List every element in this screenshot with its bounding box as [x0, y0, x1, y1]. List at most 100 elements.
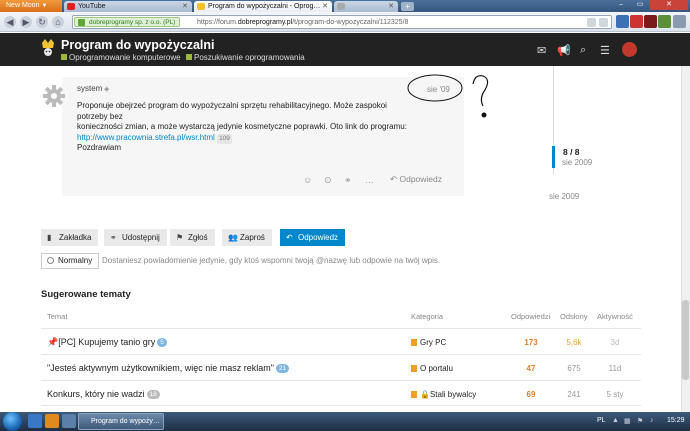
extension-icon[interactable] [630, 15, 643, 28]
breadcrumb-subcategory[interactable]: Poszukiwanie oprogramowania [186, 53, 305, 62]
browser-icon[interactable] [45, 414, 59, 428]
topic-category[interactable]: Gry PC [411, 338, 446, 347]
column-header-views[interactable]: Odsłony [560, 312, 588, 321]
topic-replies[interactable]: 47 [511, 364, 551, 373]
url-bar[interactable]: dobreprogramy sp. z o.o. (PL) https://fo… [72, 15, 612, 29]
topic-title[interactable]: Program do wypożyczalni [61, 38, 215, 52]
notification-level-button[interactable]: Normalny [41, 253, 100, 269]
back-icon[interactable]: ◀ [4, 16, 16, 28]
like-icon[interactable]: ☺ [303, 175, 312, 185]
taskbar-window-button[interactable]: Program do wypoży… [78, 413, 164, 430]
topic-title: "Jesteś aktywnym użytkownikiem, więc nie… [47, 363, 274, 373]
category-color-swatch [186, 54, 192, 60]
menu-icon[interactable] [673, 15, 686, 28]
category-label: Gry PC [420, 338, 447, 347]
start-button[interactable] [3, 412, 22, 431]
topic-replies[interactable]: 173 [511, 338, 551, 347]
column-header-category: Kategoria [411, 312, 444, 321]
topic-replies[interactable]: 69 [511, 390, 551, 399]
column-header-topic: Temat [47, 312, 68, 321]
user-avatar[interactable] [622, 42, 637, 57]
app-menu-button[interactable]: New Moon ▼ [0, 0, 62, 12]
post-reply-button[interactable]: ↶ Odpowiedz [390, 174, 442, 185]
post-link[interactable]: http://www.pracownia.strefa.pl/wsr.html [77, 133, 215, 142]
button-label: Odpowiedz [298, 233, 339, 242]
search-icon[interactable]: ⌕ [580, 44, 586, 57]
post-username[interactable]: system [77, 84, 102, 93]
network-icon[interactable]: ▦ [624, 417, 631, 425]
topic-title-link[interactable]: "Jesteś aktywnym użytkownikiem, więc nie… [47, 363, 290, 374]
invite-button[interactable]: 👥 Zaproś [222, 229, 272, 246]
folder-icon[interactable] [62, 414, 76, 428]
unread-count-badge[interactable]: 18 [146, 390, 160, 400]
topic-category[interactable]: 🔒Stali bywalcy [411, 390, 476, 399]
close-icon[interactable]: ✕ [322, 1, 328, 12]
volume-icon[interactable]: ♪ [650, 417, 654, 424]
bookmarks-icon[interactable] [616, 15, 629, 28]
topic-views: 675 [567, 364, 581, 373]
share-button[interactable]: ⚭ Udostępnij [104, 229, 167, 246]
forward-icon[interactable]: ▶ [20, 16, 32, 28]
lock-icon: 🔒 [420, 390, 430, 399]
site-identity-badge[interactable]: dobreprogramy sp. z o.o. (PL) [74, 17, 181, 27]
post-text-line: Proponuje obejrzeć program do wypożyczal… [77, 101, 387, 121]
flag-icon[interactable]: ⚑ [637, 417, 643, 425]
page-icon [337, 3, 345, 10]
forum-favicon-icon [197, 3, 205, 10]
topic-title-link[interactable]: Konkurs, który nie wadzi 18 [47, 389, 160, 400]
divider [41, 405, 641, 406]
share-icon[interactable]: ⊙ [324, 175, 332, 186]
timeline-handle[interactable] [552, 146, 555, 168]
url-path: /t/program-do-wypozyczalni/112325/8 [292, 19, 409, 26]
language-indicator[interactable]: PL [597, 417, 606, 424]
scrollbar-thumb[interactable] [682, 300, 689, 380]
unread-count-badge[interactable]: 5 [157, 338, 167, 348]
close-window-button[interactable]: ✕ [650, 0, 688, 10]
timeline-end-date[interactable]: sie 2009 [549, 192, 579, 201]
column-header-activity[interactable]: Aktywność [597, 312, 633, 321]
flag-button[interactable]: ⚑ Zgłoś [170, 229, 215, 246]
clock[interactable]: 15:29 [667, 417, 685, 424]
close-icon[interactable]: ✕ [182, 1, 188, 12]
tray-arrow-icon[interactable]: ▲ [612, 417, 619, 424]
gear-icon[interactable] [42, 84, 66, 108]
topic-title: Konkurs, który nie wadzi [47, 389, 145, 399]
topic-activity[interactable]: 3d [595, 338, 635, 347]
tab-youtube[interactable]: YouTube ✕ [64, 1, 192, 12]
tab-forum[interactable]: Program do wypożyczalni - Oprog… ✕ [194, 1, 332, 12]
more-icon[interactable]: … [365, 175, 374, 185]
topic-activity[interactable]: 5 sty [595, 390, 635, 399]
reply-button[interactable]: ↶ Odpowiedz [280, 229, 346, 246]
tab-empty[interactable]: ✕ [334, 1, 398, 12]
topic-category[interactable]: O portalu [411, 364, 453, 373]
announcements-icon[interactable]: 📢 [557, 44, 571, 57]
home-icon[interactable]: ⌂ [52, 16, 64, 28]
topic-activity[interactable]: 11d [595, 364, 635, 373]
link-icon: ⚭ [110, 233, 117, 242]
messages-icon[interactable]: ✉ [537, 44, 546, 57]
column-header-replies[interactable]: Odpowiedzi [511, 312, 550, 321]
category-color-swatch [61, 54, 67, 60]
addon-icon[interactable] [658, 15, 671, 28]
topic-title-link[interactable]: 📌[PC] Kupujemy tanio gry 5 [47, 337, 167, 348]
minimize-button[interactable]: – [612, 0, 630, 10]
link-click-count: 109 [217, 133, 232, 144]
new-tab-button[interactable]: + [401, 2, 414, 11]
bookmark-button[interactable]: ▮ Zakładka [41, 229, 99, 246]
close-icon[interactable]: ✕ [388, 1, 394, 12]
category-color-swatch [411, 365, 417, 372]
bookmark-star-icon[interactable] [587, 18, 596, 27]
dropdown-icon[interactable] [599, 18, 608, 27]
hamburger-menu-icon[interactable]: ☰ [600, 44, 610, 57]
site-identity-label: dobreprogramy sp. z o.o. (PL) [89, 19, 176, 26]
maximize-button[interactable]: ▭ [631, 0, 649, 10]
reload-icon[interactable]: ↻ [36, 16, 48, 28]
chevron-down-icon: ▼ [41, 3, 48, 9]
ublock-icon[interactable] [644, 15, 657, 28]
link-icon[interactable]: ⚭ [344, 175, 352, 186]
button-label: Udostępnij [122, 233, 160, 242]
explorer-icon[interactable] [28, 414, 42, 428]
forum-logo[interactable] [40, 37, 56, 57]
unread-count-badge[interactable]: 21 [275, 364, 290, 374]
breadcrumb-category[interactable]: Oprogramowanie komputerowe [61, 53, 181, 62]
